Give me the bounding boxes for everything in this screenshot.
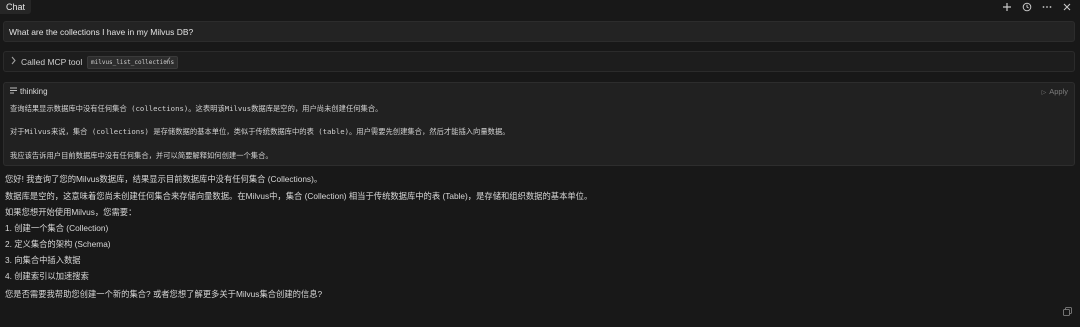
chevron-right-icon[interactable] bbox=[10, 56, 17, 67]
answer-line: 数据库是空的，这意味着您尚未创建任何集合来存储向量数据。在Milvus中，集合 … bbox=[5, 191, 593, 201]
tab-chat[interactable]: Chat bbox=[0, 0, 32, 14]
apply-button[interactable]: ▷ Apply bbox=[1042, 87, 1068, 96]
mcp-tool-call[interactable]: Called MCP tool milvus_list_collections bbox=[3, 51, 1075, 72]
answer-line: 4. 创建索引以加速搜索 bbox=[5, 271, 89, 281]
thinking-line: 查询结果显示数据库中没有任何集合 (collections)。这表明该Milvu… bbox=[10, 104, 383, 113]
header-actions bbox=[1001, 1, 1072, 12]
apply-label: Apply bbox=[1049, 87, 1068, 96]
answer-line: 2. 定义集合的架构 (Schema) bbox=[5, 239, 111, 249]
more-icon[interactable] bbox=[1041, 1, 1052, 12]
copy-icon[interactable] bbox=[1063, 307, 1072, 316]
thinking-block: thinking ▷ Apply 查询结果显示数据库中没有任何集合 (collec… bbox=[3, 82, 1075, 166]
user-message: What are the collections I have in my Mi… bbox=[3, 21, 1075, 42]
answer-line: 1. 创建一个集合 (Collection) bbox=[5, 223, 109, 233]
chat-header: Chat bbox=[0, 0, 1080, 14]
close-icon[interactable] bbox=[1061, 1, 1072, 12]
play-icon: ▷ bbox=[1041, 90, 1047, 96]
list-icon bbox=[10, 87, 17, 96]
answer-line: 您好! 我查询了您的Milvus数据库，结果显示目前数据库中没有任何集合 (Co… bbox=[5, 174, 323, 184]
answer-line: 您是否需要我帮助您创建一个新的集合? 或者您想了解更多关于Milvus集合创建的… bbox=[5, 289, 323, 299]
user-message-text: What are the collections I have in my Mi… bbox=[9, 27, 194, 37]
answer-line: 如果您想开始使用Milvus，您需要： bbox=[5, 207, 137, 217]
answer-line: 3. 向集合中插入数据 bbox=[5, 255, 81, 265]
history-icon[interactable] bbox=[1021, 1, 1032, 12]
thinking-title: thinking bbox=[20, 87, 48, 96]
check-icon bbox=[163, 56, 171, 66]
thinking-line: 对于Milvus来说，集合 (collections) 是存储数据的基本单位，类… bbox=[10, 127, 510, 136]
plus-icon[interactable] bbox=[1001, 1, 1012, 12]
mcp-call-label: Called MCP tool bbox=[21, 57, 83, 67]
thinking-line: 我应该告诉用户目前数据库中没有任何集合，并可以简要解释如何创建一个集合。 bbox=[10, 151, 273, 160]
